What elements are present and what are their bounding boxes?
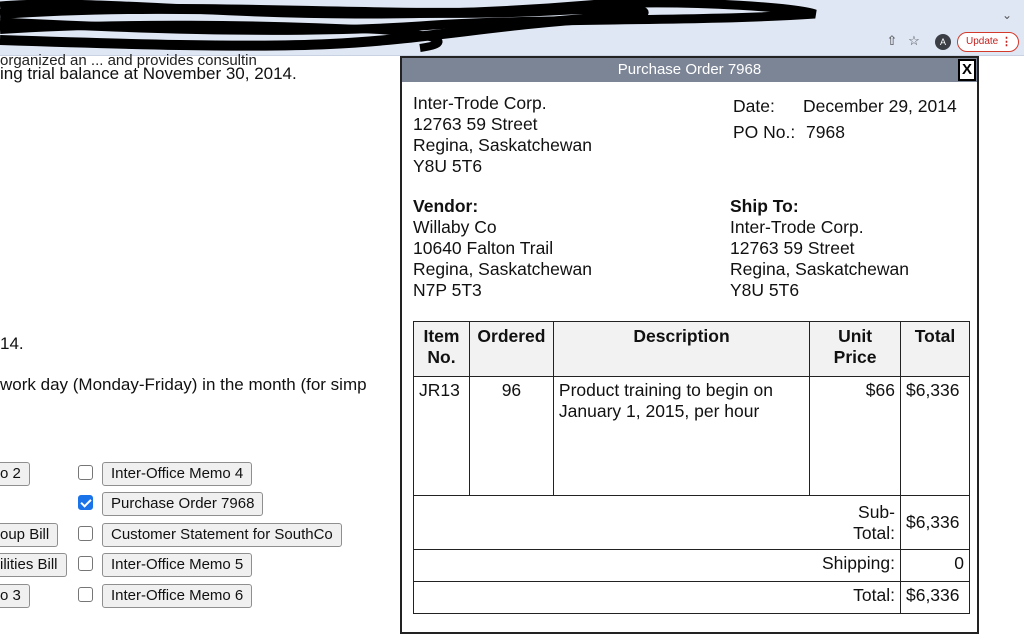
row-total: $6,336	[899, 376, 971, 496]
close-button[interactable]: X	[958, 59, 976, 81]
bookmark-star-icon[interactable]: ☆	[906, 33, 922, 49]
row-item-no: JR13	[413, 376, 470, 496]
company-postal: Y8U 5T6	[413, 156, 483, 176]
header-item-no: Item No.	[413, 321, 470, 377]
shipping-label: Shipping:	[413, 549, 901, 582]
subtotal-label-cell: Sub-Total:	[413, 495, 901, 550]
work-day-text: work day (Monday-Friday) in the month (f…	[0, 375, 367, 394]
update-button[interactable]: Update ⋮	[957, 32, 1019, 52]
subtotal-row: Sub-Total: $6,336	[413, 495, 971, 550]
memo-5-button[interactable]: Inter-Office Memo 5	[102, 553, 253, 577]
memo-4-button[interactable]: Inter-Office Memo 4	[102, 462, 253, 486]
total-label: Total:	[413, 581, 901, 614]
ship-to-street: 12763 59 Street	[730, 238, 855, 258]
memo-6-button[interactable]: Inter-Office Memo 6	[102, 584, 253, 608]
browser-toolbar: ⌄ ⇧ ☆ A Update ⋮	[0, 0, 1024, 56]
customer-statement-checkbox[interactable]	[78, 526, 93, 541]
date-fragment-text: 14.	[0, 334, 24, 353]
chevron-down-icon[interactable]: ⌄	[1002, 8, 1012, 22]
customer-statement-button[interactable]: Customer Statement for SouthCo	[102, 523, 342, 547]
left-doc-button-4[interactable]: o 3	[0, 584, 30, 608]
vendor-postal: N7P 5T3	[413, 280, 482, 300]
subtotal-value: $6,336	[899, 495, 971, 550]
header-unit-price-label: Unit Price	[833, 326, 877, 367]
ship-to-postal: Y8U 5T6	[730, 280, 800, 300]
header-item-no-label: Item No.	[423, 326, 460, 367]
total-row: Total: $6,336	[413, 581, 971, 614]
profile-avatar[interactable]: A	[935, 34, 951, 50]
order-items-table: Item No. Ordered Description Unit Price …	[413, 321, 971, 614]
shipping-row: Shipping: 0	[413, 549, 971, 582]
vendor-city: Regina, Saskatchewan	[413, 259, 592, 279]
row-description: Product training to begin on January 1, …	[552, 376, 811, 496]
purchase-order-button[interactable]: Purchase Order 7968	[102, 492, 264, 516]
row-ordered: 96	[468, 376, 554, 496]
purchase-order-checkbox[interactable]	[78, 495, 93, 510]
vendor-name: Willaby Co	[413, 217, 497, 237]
ship-to-heading: Ship To:	[730, 196, 799, 216]
ship-to-name: Inter-Trode Corp.	[730, 217, 864, 237]
table-header-row: Item No. Ordered Description Unit Price …	[413, 321, 971, 377]
date-value: December 29, 2014	[803, 96, 957, 116]
update-label: Update	[966, 36, 999, 47]
purchase-order-dialog: Purchase Order 7968 X Inter-Trode Corp. …	[400, 56, 979, 634]
po-label: PO No.:	[733, 122, 796, 142]
dialog-title: Purchase Order 7968	[402, 58, 977, 82]
memo-6-checkbox[interactable]	[78, 587, 93, 602]
left-doc-button-1[interactable]: o 2	[0, 462, 30, 486]
left-doc-button-3[interactable]: ilities Bill	[0, 553, 67, 577]
header-description: Description	[552, 321, 811, 377]
vendor-street: 10640 Falton Trail	[413, 238, 554, 258]
shipping-value: 0	[899, 549, 971, 582]
subtotal-label: Sub-Total:	[853, 502, 895, 543]
company-name: Inter-Trode Corp.	[413, 93, 547, 113]
header-ordered: Ordered	[468, 321, 554, 377]
po-value: 7968	[806, 122, 845, 142]
date-label: Date:	[733, 96, 775, 116]
header-unit-price: Unit Price	[809, 321, 901, 377]
total-value: $6,336	[899, 581, 971, 614]
memo-4-checkbox[interactable]	[78, 465, 93, 480]
company-street: 12763 59 Street	[413, 114, 538, 134]
vendor-heading: Vendor:	[413, 196, 479, 216]
redaction-scribble	[0, 0, 817, 52]
table-row: JR13 96 Product training to begin on Jan…	[413, 376, 971, 496]
row-unit-price: $66	[809, 376, 901, 496]
left-doc-button-2[interactable]: oup Bill	[0, 523, 59, 547]
header-total: Total	[899, 321, 971, 377]
more-menu-icon: ⋮	[1001, 36, 1012, 48]
company-city: Regina, Saskatchewan	[413, 135, 592, 155]
memo-5-checkbox[interactable]	[78, 556, 93, 571]
trial-balance-text: ing trial balance at November 30, 2014.	[0, 64, 297, 83]
ship-to-city: Regina, Saskatchewan	[730, 259, 909, 279]
share-icon[interactable]: ⇧	[884, 33, 900, 49]
